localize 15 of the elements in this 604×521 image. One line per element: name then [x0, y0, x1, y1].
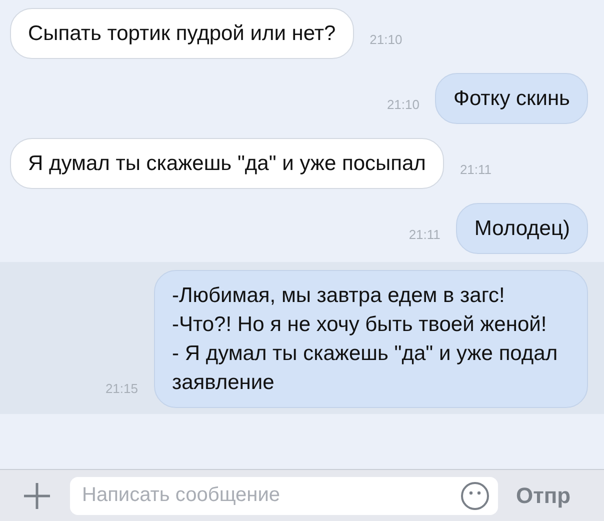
smiley-icon[interactable] [460, 480, 490, 510]
message-time: 21:15 [105, 381, 138, 398]
message-bubble: Сыпать тортик пудрой или нет? [10, 8, 354, 59]
message-time: 21:11 [460, 162, 492, 179]
message-field[interactable]: Написать сообщение [70, 476, 498, 514]
message-time: 21:10 [370, 32, 402, 49]
plus-icon[interactable] [22, 480, 52, 510]
message-time: 21:11 [408, 227, 440, 244]
message-input[interactable]: Написать сообщение [82, 484, 412, 507]
selected-message-row[interactable]: 21:15 -Любимая, мы завтра едем в загс! -Что?! Но я не хочу быть твоей женой! - Я думал ты скажешь "да" и уже подал заявление [0, 262, 604, 414]
message-bubble: Молодец) [456, 203, 588, 254]
message-time: 21:10 [386, 97, 420, 114]
message-bubble: -Любимая, мы завтра едем в загс! -Что?! Но я не хочу быть твоей женой! - Я думал ты скажешь "да" и уже подал заявление [154, 270, 588, 408]
message-bubble: Фотку скинь [435, 73, 588, 124]
message-bubble: Я думал ты скажешь "да" и уже посыпал [10, 138, 444, 189]
